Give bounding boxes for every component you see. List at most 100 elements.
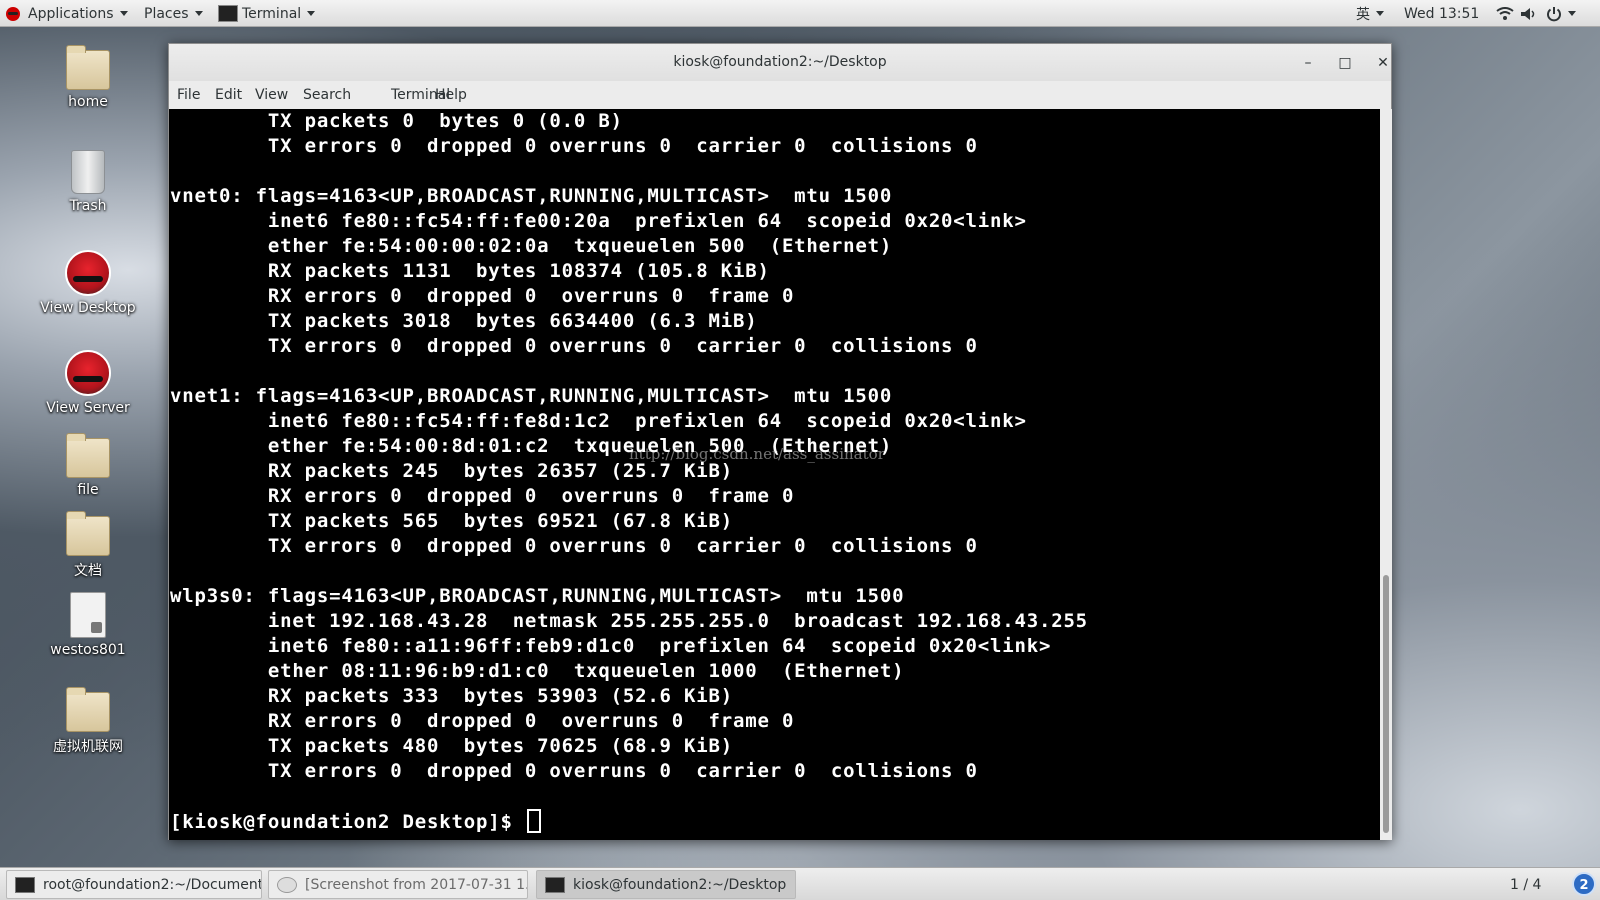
chevron-down-icon: [119, 11, 128, 16]
terminal-line: RX packets 1131 bytes 108374 (105.8 KiB): [170, 260, 770, 282]
watermark-text: http://blog.csdn.net/ass_assinator: [629, 445, 885, 463]
task-label: kiosk@foundation2:~/Desktop: [573, 876, 787, 893]
task-label: root@foundation2:~/Documents: [43, 876, 262, 893]
places-menu[interactable]: Places: [144, 0, 203, 27]
terminal-line: TX errors 0 dropped 0 overruns 0 carrier…: [170, 135, 978, 157]
desktop-icon-label: Trash: [69, 198, 107, 214]
desktop-icon-label: View Server: [46, 400, 130, 416]
terminal-line: ether fe:54:00:00:02:0a txqueuelen 500 (…: [170, 235, 893, 257]
menu-edit[interactable]: Edit: [215, 87, 242, 103]
desktop-icon-label: View Desktop: [40, 300, 136, 316]
terminal-line: inet 192.168.43.28 netmask 255.255.255.0…: [170, 610, 1088, 632]
terminal-menu-label: Terminal: [242, 5, 302, 22]
terminal-line: vnet1: flags=4163<UP,BROADCAST,RUNNING,M…: [170, 385, 893, 407]
places-label: Places: [144, 5, 189, 22]
task-label: [Screenshot from 2017-07-31 1...: [305, 876, 528, 893]
desktop-icon-file[interactable]: file: [33, 433, 143, 498]
wifi-icon: [1496, 6, 1514, 20]
redhat-icon: [65, 250, 111, 296]
terminal-line: ether 08:11:96:b9:d1:c0 txqueuelen 1000 …: [170, 660, 905, 682]
desktop-icon-documents[interactable]: 文档: [33, 511, 143, 580]
terminal-line: RX errors 0 dropped 0 overruns 0 frame 0: [170, 710, 795, 732]
desktop-icon-label: 虚拟机联网: [53, 739, 123, 755]
terminal-icon: [218, 5, 238, 22]
terminal-line: TX packets 0 bytes 0 (0.0 B): [170, 110, 623, 132]
terminal-line: inet6 fe80::a11:96ff:feb9:d1c0 prefixlen…: [170, 635, 1052, 657]
terminal-line: inet6 fe80::fc54:ff:fe00:20a prefixlen 6…: [170, 210, 1027, 232]
terminal-line: TX packets 480 bytes 70625 (68.9 KiB): [170, 735, 733, 757]
close-button[interactable]: ✕: [1372, 52, 1394, 74]
bottom-taskbar: root@foundation2:~/Documents [Screenshot…: [0, 867, 1600, 900]
desktop-icon-westos801[interactable]: westos801: [33, 592, 143, 658]
maximize-button[interactable]: □: [1334, 52, 1356, 74]
clock[interactable]: Wed 13:51: [1404, 0, 1479, 27]
trash-icon: [71, 150, 105, 194]
terminal-line: TX errors 0 dropped 0 overruns 0 carrier…: [170, 335, 978, 357]
clock-label: Wed 13:51: [1404, 5, 1480, 22]
applications-label: Applications: [28, 5, 114, 22]
volume-icon: [1521, 7, 1535, 20]
terminal-icon: [545, 876, 565, 893]
terminal-scrollbar[interactable]: [1380, 109, 1392, 840]
home-folder-icon: [66, 45, 110, 90]
window-title: kiosk@foundation2:~/Desktop: [673, 54, 887, 70]
chevron-down-icon: [307, 11, 316, 16]
terminal-line: TX errors 0 dropped 0 overruns 0 carrier…: [170, 760, 978, 782]
scrollbar-thumb[interactable]: [1383, 575, 1389, 833]
desktop-icon-label: 文档: [74, 563, 102, 579]
shell-prompt: [kiosk@foundation2 Desktop]$: [170, 811, 525, 833]
input-method-label: 英: [1356, 6, 1370, 23]
screenshot-icon: [277, 876, 297, 893]
redhat-icon: [65, 350, 111, 396]
terminal-line: TX errors 0 dropped 0 overruns 0 carrier…: [170, 535, 978, 557]
terminal-line: wlp3s0: flags=4163<UP,BROADCAST,RUNNING,…: [170, 585, 905, 607]
menu-search[interactable]: Search: [303, 87, 351, 103]
minimize-button[interactable]: –: [1297, 52, 1319, 74]
terminal-cursor: [526, 809, 541, 833]
terminal-line: TX packets 3018 bytes 6634400 (6.3 MiB): [170, 310, 758, 332]
terminal-prompt-line[interactable]: [kiosk@foundation2 Desktop]$: [170, 809, 1088, 834]
desktop-icon-trash[interactable]: Trash: [33, 150, 143, 214]
menu-view[interactable]: View: [255, 87, 288, 103]
task-kiosk-desktop[interactable]: kiosk@foundation2:~/Desktop: [536, 870, 796, 899]
desktop-icon-view-server[interactable]: View Server: [33, 350, 143, 416]
top-panel: Applications Places Terminal 英 Wed 13:51: [0, 0, 1600, 27]
input-method-indicator[interactable]: 英: [1356, 0, 1384, 27]
folder-icon: [66, 511, 110, 556]
task-screenshot[interactable]: [Screenshot from 2017-07-31 1...: [268, 870, 528, 899]
workspace-indicator[interactable]: 1 / 4: [1510, 877, 1541, 893]
power-icon: [1547, 6, 1561, 21]
locked-file-icon: [70, 592, 106, 638]
applications-menu[interactable]: Applications: [6, 0, 128, 27]
folder-icon: [66, 433, 110, 478]
window-titlebar[interactable]: kiosk@foundation2:~/Desktop – □ ✕: [169, 44, 1391, 81]
notification-badge[interactable]: 2: [1572, 872, 1596, 896]
terminal-line: vnet0: flags=4163<UP,BROADCAST,RUNNING,M…: [170, 185, 893, 207]
window-menubar: File Edit View Search Terminal Help: [169, 81, 1391, 108]
terminal-window: kiosk@foundation2:~/Desktop – □ ✕ File E…: [168, 43, 1392, 840]
terminal-line: RX errors 0 dropped 0 overruns 0 frame 0: [170, 485, 795, 507]
terminal-app-menu[interactable]: Terminal: [218, 0, 316, 27]
chevron-down-icon: [1568, 11, 1576, 16]
menu-help[interactable]: Help: [435, 87, 467, 103]
system-status-menu[interactable]: [1496, 0, 1576, 27]
terminal-screen[interactable]: TX packets 0 bytes 0 (0.0 B) TX errors 0…: [169, 109, 1380, 840]
desktop-icon-label: home: [68, 94, 108, 110]
menu-file[interactable]: File: [177, 87, 200, 103]
terminal-icon: [15, 876, 35, 893]
terminal-line: RX packets 333 bytes 53903 (52.6 KiB): [170, 685, 733, 707]
desktop-icon-vm-network[interactable]: 虚拟机联网: [33, 687, 143, 756]
desktop-icon-label: file: [77, 482, 99, 498]
redhat-logo-icon: [6, 6, 20, 21]
desktop-icon-home[interactable]: home: [33, 45, 143, 110]
chevron-down-icon: [194, 11, 203, 16]
desktop-icon-view-desktop[interactable]: View Desktop: [33, 250, 143, 316]
chevron-down-icon: [1376, 11, 1384, 16]
terminal-line: inet6 fe80::fc54:ff:fe8d:1c2 prefixlen 6…: [170, 410, 1027, 432]
task-root-documents[interactable]: root@foundation2:~/Documents: [6, 870, 262, 899]
terminal-output: TX packets 0 bytes 0 (0.0 B) TX errors 0…: [170, 109, 1088, 834]
